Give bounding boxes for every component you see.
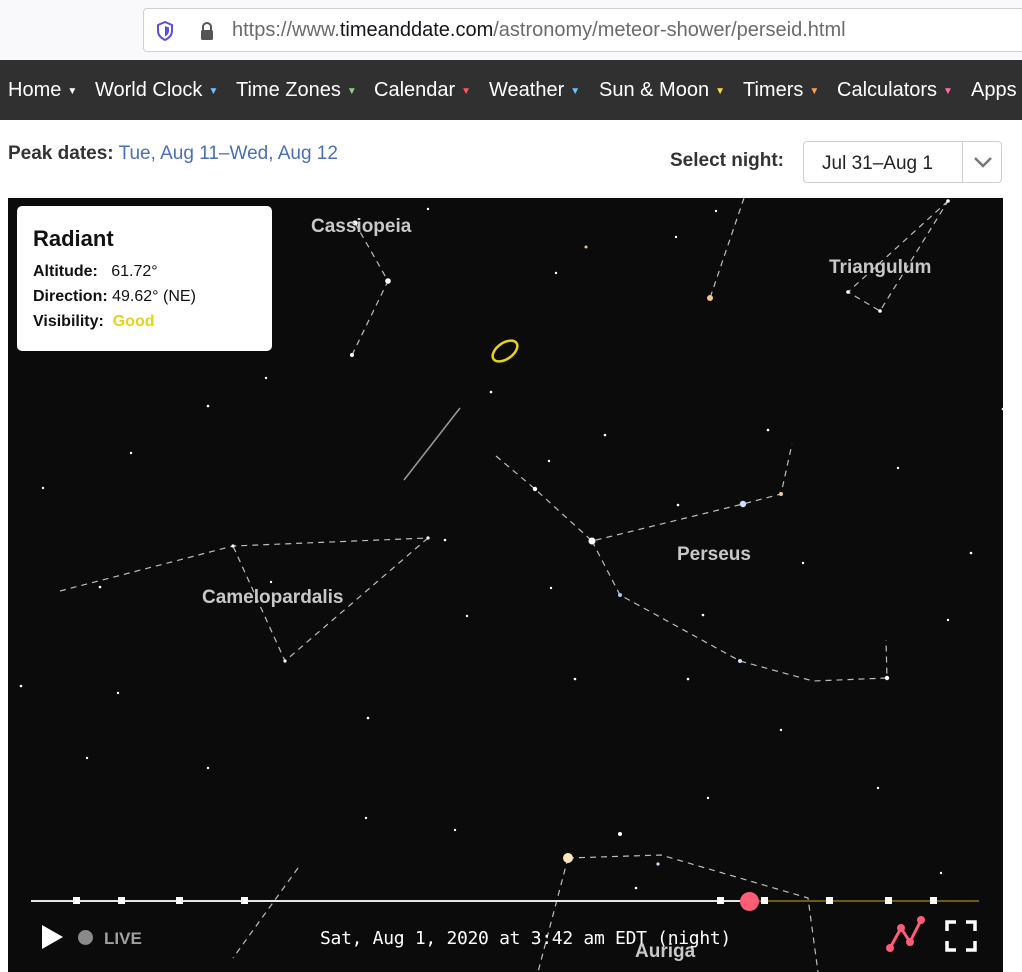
current-datetime: Sat, Aug 1, 2020 at 3:42 am EDT (night) [320, 928, 731, 949]
nav-home[interactable]: Home ▼ [8, 60, 77, 120]
caret-icon: ▼ [809, 86, 820, 97]
caret-icon: ▼ [346, 86, 357, 97]
timeline-handle[interactable] [740, 892, 759, 911]
timeline-tick[interactable] [761, 897, 768, 904]
nav-weather[interactable]: Weather ▼ [489, 60, 580, 120]
peak-dates-label: Peak dates: [8, 143, 114, 164]
night-select[interactable]: Jul 31–Aug 1 [803, 141, 1002, 183]
direction-row: Direction: 49.62° (NE) [33, 288, 196, 305]
nav-calendar[interactable]: Calendar ▼ [374, 60, 471, 120]
radiant-info-box: Radiant Altitude: 61.72° Direction: 49.6… [17, 206, 272, 351]
peak-dates-link[interactable]: Tue, Aug 11–Wed, Aug 12 [119, 143, 338, 164]
nav-calculators[interactable]: Calculators ▼ [837, 60, 953, 120]
timeline-tick[interactable] [885, 897, 892, 904]
caret-icon: ▼ [715, 86, 725, 97]
label-cassiopeia: Cassiopeia [311, 216, 412, 237]
url-text[interactable]: https://www.timeanddate.com/astronomy/me… [232, 19, 846, 42]
main-nav: Home ▼ World Clock ▼ Time Zones ▼ Calendar ▼… [0, 60, 1022, 120]
visibility-value: Good [112, 313, 155, 330]
nav-time-zones[interactable]: Time Zones ▼ [236, 60, 357, 120]
radiant-title: Radiant [33, 226, 114, 251]
nav-sun-moon[interactable]: Sun & Moon ▼ [599, 60, 725, 120]
timeline-future-track[interactable] [750, 900, 979, 902]
caret-icon: ▼ [461, 86, 472, 97]
live-indicator-icon[interactable] [78, 930, 93, 945]
timeline-tick[interactable] [717, 897, 724, 904]
nav-apps[interactable]: Apps [971, 60, 1017, 120]
radiant-marker[interactable] [489, 336, 521, 365]
night-select-value: Jul 31–Aug 1 [822, 153, 933, 174]
caret-icon: ▼ [943, 86, 953, 97]
select-divider [962, 142, 963, 182]
caret-icon: ▼ [208, 86, 219, 97]
timeline-tick[interactable] [73, 897, 80, 904]
browser-toolbar: https://www.timeanddate.com/astronomy/me… [0, 0, 1022, 60]
timeline-tick[interactable] [930, 897, 937, 904]
lock-icon[interactable] [198, 21, 216, 41]
live-button[interactable]: LIVE [104, 929, 142, 949]
select-night-label: Select night: [670, 150, 785, 171]
label-camelopardalis: Camelopardalis [202, 587, 344, 608]
sky-map[interactable]: Cassiopeia Triangulum Perseus Camelopard… [8, 198, 1003, 972]
direction-value: 49.62° (NE) [112, 288, 196, 305]
chevron-down-icon[interactable] [972, 152, 994, 172]
timeline-tick[interactable] [176, 897, 183, 904]
peak-dates: Peak dates: Tue, Aug 11–Wed, Aug 12 [8, 143, 338, 165]
address-bar[interactable]: https://www.timeanddate.com/astronomy/me… [143, 8, 1022, 52]
altitude-row: Altitude: 61.72° [33, 263, 158, 280]
shield-icon[interactable] [156, 21, 174, 41]
caret-icon: ▼ [570, 86, 581, 97]
chart-icon[interactable] [884, 914, 926, 954]
label-perseus: Perseus [677, 544, 751, 565]
nav-timers[interactable]: Timers ▼ [743, 60, 819, 120]
play-icon[interactable] [40, 924, 64, 950]
fullscreen-icon[interactable] [945, 920, 977, 952]
timeline-tick[interactable] [241, 897, 248, 904]
label-triangulum: Triangulum [829, 257, 932, 278]
nav-world-clock[interactable]: World Clock ▼ [95, 60, 218, 120]
altitude-value: 61.72° [111, 263, 158, 280]
caret-icon: ▼ [67, 86, 78, 97]
timeline-tick[interactable] [826, 897, 833, 904]
timeline-tick[interactable] [118, 897, 125, 904]
visibility-row: Visibility: Good [33, 313, 155, 330]
meteor-streak [403, 407, 461, 481]
